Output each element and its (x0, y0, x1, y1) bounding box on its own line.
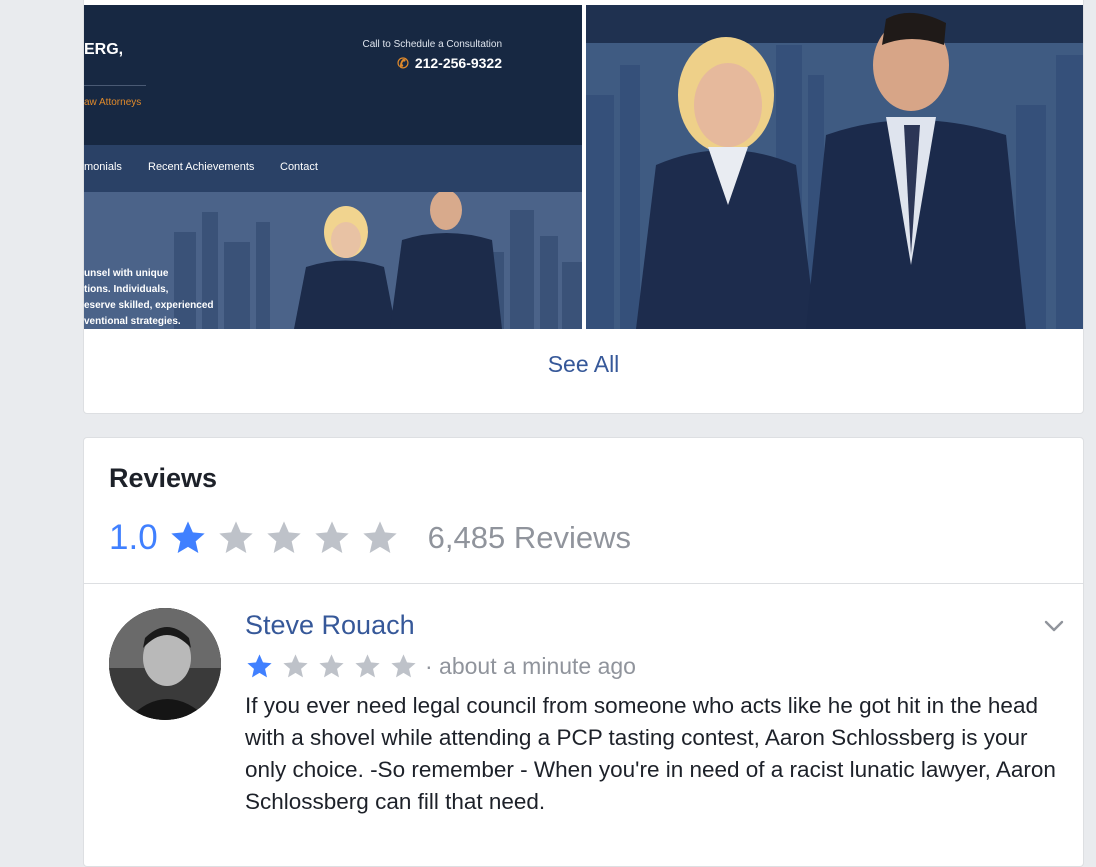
review-count[interactable]: 6,485 Reviews (428, 520, 631, 556)
site-copy-line: unsel with unique (84, 268, 169, 279)
divider (84, 583, 1083, 584)
reviews-title: Reviews (109, 463, 218, 493)
photos-card: ERG, aw Attorneys Call to Schedule a Con… (83, 0, 1084, 414)
site-hero: unsel with unique tions. Individuals, es… (84, 192, 582, 329)
site-copy: unsel with unique tions. Individuals, es… (84, 266, 214, 329)
site-phone-number: 212-256-9322 (414, 55, 502, 71)
star-icon (319, 653, 344, 677)
star-icon (247, 653, 272, 677)
reviewer-avatar[interactable] (109, 608, 221, 720)
site-phone: ✆ 212-256-9322 (397, 55, 502, 72)
site-call-label: Call to Schedule a Consultation (362, 39, 502, 50)
site-subtitle: aw Attorneys (84, 97, 142, 108)
site-copy-line: eserve skilled, experienced (84, 300, 214, 311)
star-icon (266, 521, 301, 553)
rating-stars (168, 518, 408, 558)
star-icon (218, 521, 253, 553)
site-nav-item: monials (84, 161, 122, 173)
reviewer-name[interactable]: Steve Rouach (245, 610, 415, 641)
review-timestamp[interactable]: · about a minute ago (425, 653, 636, 680)
see-all-link[interactable]: See All (84, 351, 1083, 378)
site-firm-name: ERG, (84, 41, 124, 58)
portrait-photo (586, 5, 1083, 329)
star-icon (283, 653, 308, 677)
review-stars (245, 652, 425, 681)
site-nav-item: Contact (280, 161, 318, 173)
star-icon (355, 653, 380, 677)
photo-thumbnail-website[interactable]: ERG, aw Attorneys Call to Schedule a Con… (84, 5, 582, 329)
site-copy-line: tions. Individuals, (84, 284, 169, 295)
reviews-card: Reviews 1.0 6,485 Reviews Steve Rouach ·… (83, 437, 1084, 867)
star-icon (391, 653, 416, 677)
site-header: ERG, aw Attorneys Call to Schedule a Con… (84, 5, 582, 145)
star-icon (362, 521, 397, 553)
site-copy-line: ventional strategies. (84, 316, 181, 327)
rating-value: 1.0 (109, 518, 158, 557)
avatar-image (109, 608, 221, 720)
review-meta: · about a minute ago (245, 650, 636, 682)
chevron-down-icon[interactable] (1042, 614, 1066, 638)
site-nav: monials Recent Achievements Contact (84, 145, 582, 192)
rating-summary: 1.0 6,485 Reviews (109, 516, 631, 560)
photo-thumbnail-portrait[interactable] (586, 5, 1083, 329)
review-text: If you ever need legal council from some… (245, 693, 1056, 814)
site-divider (84, 85, 146, 86)
star-icon (314, 521, 349, 553)
site-nav-item: Recent Achievements (148, 161, 255, 173)
star-icon (170, 521, 205, 553)
phone-icon: ✆ (397, 55, 409, 71)
